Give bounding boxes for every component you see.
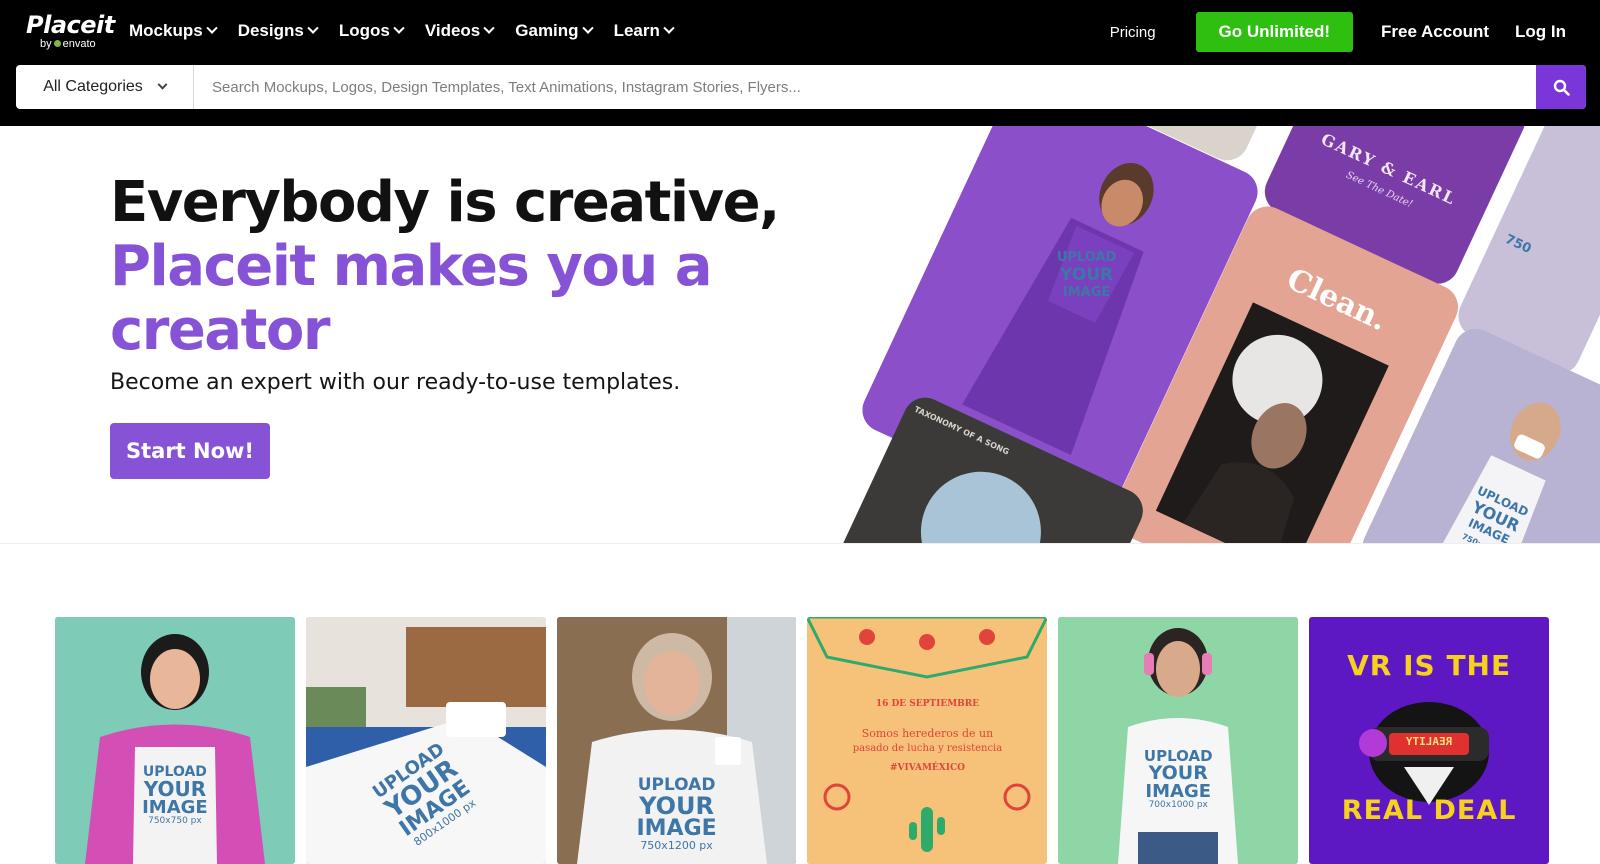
chevron-down-icon <box>393 22 405 34</box>
upload-word: UPLOAD <box>1056 249 1117 265</box>
upload-placeholder-text: UPLOAD YOUR IMAGE 750x1200 px <box>557 777 797 852</box>
nav-item-learn[interactable]: Learn <box>613 21 675 41</box>
your-word: YOUR <box>1060 264 1114 285</box>
nav-item-label: Videos <box>424 21 481 40</box>
login-link[interactable]: Log In <box>1515 22 1566 42</box>
gary-earl-title: GARY & EARL <box>1318 129 1460 209</box>
chevron-down-icon <box>307 22 319 34</box>
go-unlimited-button[interactable]: Go Unlimited! <box>1195 12 1353 52</box>
chevron-down-icon <box>206 22 218 34</box>
size-text: 750x750 px <box>148 816 202 826</box>
papel-picado-decoration-icon <box>807 617 1048 864</box>
nav-item-videos[interactable]: Videos <box>424 21 495 41</box>
upload-placeholder-text: UPLOAD YOUR IMAGE 700x1000 px <box>1058 749 1298 810</box>
logo-wordmark: Placeit <box>26 11 115 39</box>
size-text: 750x1200 px <box>640 839 713 852</box>
search-icon <box>1553 79 1570 96</box>
collage-upload-text: UPLOAD YOUR IMAGE <box>1047 250 1127 300</box>
main-nav: Mockups Designs Logos Videos Gaming Lear… <box>129 18 695 44</box>
vr-visor-text: REALITY <box>1405 735 1453 748</box>
image-word: IMAGE <box>142 797 208 818</box>
top-navigation-bar: Placeit by envato Mockups Designs Logos V… <box>0 0 1600 126</box>
thumbnail-sweatshirt-mockup[interactable]: UPLOAD YOUR IMAGE 750x1200 px <box>556 617 797 864</box>
woman-headphones-image <box>1058 617 1299 864</box>
nav-item-logos[interactable]: Logos <box>338 21 405 41</box>
chevron-down-icon <box>581 22 594 34</box>
chevron-down-icon <box>157 79 168 90</box>
chevron-down-icon <box>483 22 495 34</box>
placeit-logo[interactable]: Placeit by envato <box>26 12 115 50</box>
size-text: 700x1000 px <box>1148 800 1208 810</box>
logo-by: by <box>40 38 52 50</box>
thumbnail-mexico-poster[interactable]: 16 DE SEPTIEMBRE Somos herederos de un p… <box>807 617 1048 864</box>
vr-bottom-text: REAL DEAL <box>1341 795 1517 826</box>
nav-item-label: Gaming <box>515 21 579 40</box>
your-word: YOUR <box>143 777 207 801</box>
woman-pink-jacket-image <box>55 617 295 864</box>
upload-placeholder-text: UPLOAD YOUR IMAGE 750x750 px <box>55 765 295 826</box>
vr-top-text: VR IS THE <box>1347 649 1512 682</box>
hero-subtitle: Become an expert with our ready-to-use t… <box>110 370 681 395</box>
thumbnail-tshirt-mockup-headphones[interactable]: UPLOAD YOUR IMAGE 700x1000 px <box>1058 617 1299 864</box>
image-word: IMAGE <box>1062 284 1111 300</box>
poster-line2: pasado de lucha y resistencia <box>852 743 1003 754</box>
nav-item-mockups[interactable]: Mockups <box>129 21 218 41</box>
hero-collage: UPLOAD YOUR IMAGE GARY & EARL See The Da… <box>829 126 1600 543</box>
start-now-button[interactable]: Start Now! <box>110 423 270 479</box>
nav-item-label: Learn <box>613 21 660 40</box>
image-word: IMAGE <box>1145 781 1212 802</box>
poster-date: 16 DE SEPTIEMBRE <box>875 699 980 709</box>
template-thumbnails-row: UPLOAD YOUR IMAGE 750x750 px UPLOAD YOUR… <box>55 617 1549 864</box>
search-button[interactable] <box>1536 65 1586 109</box>
image-word: IMAGE <box>636 816 717 841</box>
poster-hashtag: #VIVAMÉXICO <box>889 763 965 773</box>
envato-leaf-icon <box>53 40 61 47</box>
nav-item-gaming[interactable]: Gaming <box>515 21 594 41</box>
category-dropdown-value: All Categories <box>43 78 143 95</box>
thumbnail-gaming-vr-design[interactable]: VR IS THE REALITY REAL DEAL <box>1309 617 1549 864</box>
chevron-down-icon <box>663 22 675 34</box>
pricing-link[interactable]: Pricing <box>1110 24 1156 41</box>
logo-envato: envato <box>62 38 96 50</box>
thumbnail-tshirt-mockup-pink-jacket[interactable]: UPLOAD YOUR IMAGE 750x750 px <box>55 617 295 864</box>
poster-line1: Somos herederos de un <box>861 727 994 740</box>
nav-item-label: Mockups <box>129 21 203 40</box>
search-bar: All Categories <box>16 65 1586 109</box>
account-nav: Pricing Go Unlimited! Free Account Log I… <box>1110 12 1566 52</box>
thumbnail-bedding-mockup[interactable]: UPLOAD YOUR IMAGE 800x1000 px <box>305 617 546 864</box>
hero-headline-line1: Everybody is creative, <box>110 170 780 235</box>
category-dropdown[interactable]: All Categories <box>16 65 194 109</box>
woman-portrait-image <box>1155 302 1389 543</box>
free-account-link[interactable]: Free Account <box>1381 22 1489 42</box>
logo-subline: by envato <box>40 38 115 50</box>
hero-headline-line3: creator <box>110 298 330 363</box>
hero-headline-line2: Placeit makes you a <box>110 234 712 299</box>
hero-section: Everybody is creative, Placeit makes you… <box>0 126 1600 544</box>
tote-size-text: 750 <box>1502 231 1534 257</box>
nav-item-label: Logos <box>338 21 390 40</box>
search-input[interactable] <box>194 65 1536 109</box>
nav-item-label: Designs <box>237 21 304 40</box>
nav-item-designs[interactable]: Designs <box>237 21 319 41</box>
your-word: YOUR <box>639 792 715 820</box>
